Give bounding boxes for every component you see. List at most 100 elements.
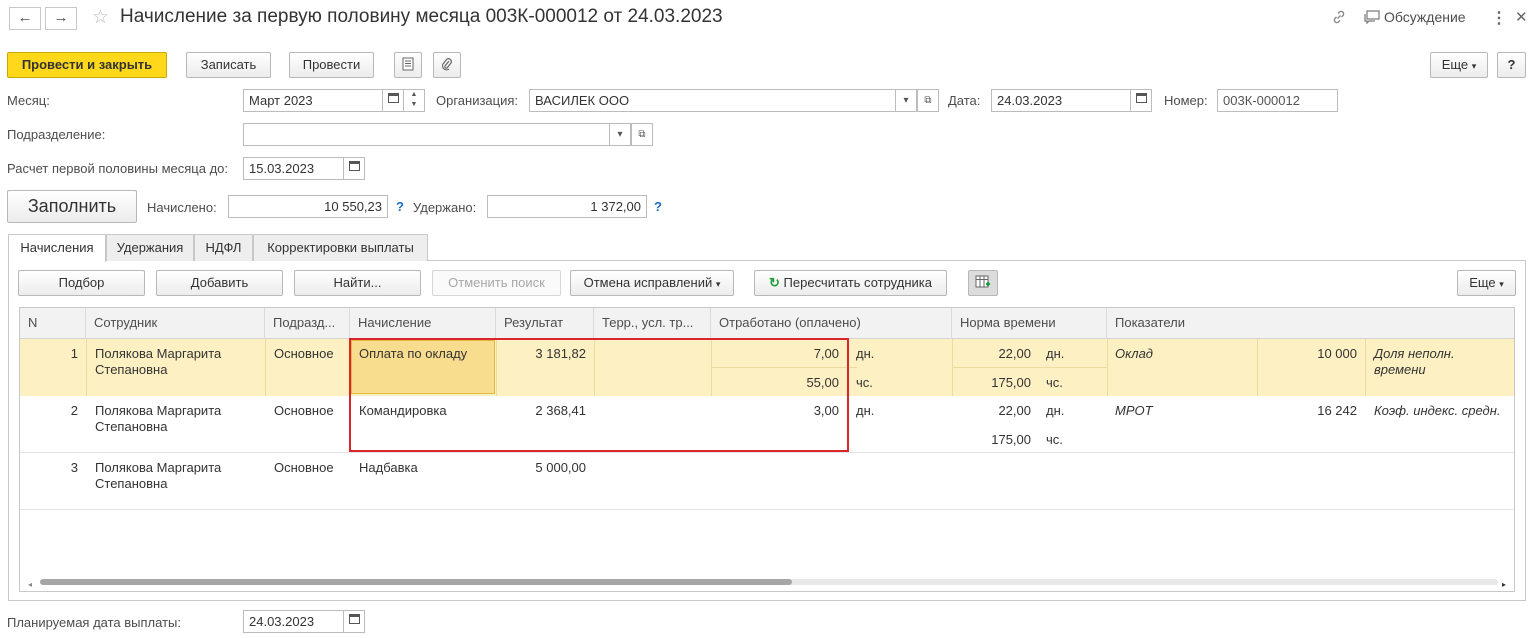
calendar-icon[interactable] <box>1130 89 1152 112</box>
back-button[interactable]: ← <box>9 7 41 30</box>
arrow-left-icon: ← <box>17 9 33 26</box>
accrued-help-icon[interactable]: ? <box>396 199 404 214</box>
tab-accruals[interactable]: Начисления <box>8 234 106 262</box>
planned-pay-date-field[interactable]: 24.03.2023 <box>243 610 344 633</box>
close-icon[interactable]: ✕ <box>1515 8 1528 26</box>
tab-payment-corrections[interactable]: Корректировки выплаты <box>253 234 428 261</box>
tab-deductions[interactable]: Удержания <box>106 234 194 261</box>
accrued-label: Начислено: <box>147 200 217 215</box>
document-list-icon <box>402 57 414 72</box>
help-button[interactable]: ? <box>1497 52 1526 78</box>
result-cell: 5 000,00 <box>535 460 586 475</box>
scroll-left-icon[interactable]: ◂ <box>28 580 32 589</box>
extra-indicator: Коэф. индекс. средн. <box>1374 403 1501 418</box>
page-title: Начисление за первую половину месяца 003… <box>120 6 723 27</box>
table-row[interactable] <box>20 453 1514 510</box>
employee-name: Полякова Маргарита <box>95 403 222 418</box>
norm-days: 22,00 <box>998 346 1031 361</box>
organization-field[interactable]: ВАСИЛЕК ООО <box>529 89 897 112</box>
indicator-value: 16 242 <box>1317 403 1357 418</box>
dropdown-arrow-icon[interactable]: ▾ <box>609 123 631 146</box>
cancel-search-button[interactable]: Отменить поиск <box>432 270 561 296</box>
column-header-division[interactable]: Подразд... <box>265 308 350 339</box>
link-icon[interactable] <box>1331 9 1347 29</box>
norm-days: 22,00 <box>998 403 1031 418</box>
open-icon[interactable]: ⧉ <box>631 123 653 146</box>
column-header-norm[interactable]: Норма времени <box>952 308 1107 339</box>
column-header-employee[interactable]: Сотрудник <box>86 308 265 339</box>
row-number: 3 <box>70 460 78 475</box>
division-field[interactable] <box>243 123 611 146</box>
employee-name-line2: Степановна <box>95 476 168 491</box>
table-more-button[interactable]: Еще ▾ <box>1457 270 1516 296</box>
row-number: 1 <box>70 346 78 361</box>
row-divider <box>952 367 1107 368</box>
month-stepper[interactable]: ▲ ▼ <box>403 89 425 112</box>
scroll-right-icon[interactable]: ▸ <box>1502 580 1506 589</box>
column-header-worked[interactable]: Отработано (оплачено) <box>711 308 952 339</box>
month-field[interactable]: Март 2023 <box>243 89 383 112</box>
calendar-icon[interactable] <box>382 89 404 112</box>
withheld-field[interactable]: 1 372,00 <box>487 195 647 218</box>
column-header-territory[interactable]: Терр., усл. тр... <box>594 308 711 339</box>
forward-button[interactable]: → <box>45 7 77 30</box>
date-field[interactable]: 24.03.2023 <box>991 89 1131 112</box>
stepper-up-icon: ▲ <box>410 91 418 98</box>
report-button[interactable] <box>394 52 422 78</box>
tab-ndfl[interactable]: НДФЛ <box>194 234 253 261</box>
column-header-n[interactable]: N <box>20 308 86 339</box>
division-cell: Основное <box>274 460 334 475</box>
calc-until-field[interactable]: 15.03.2023 <box>243 157 344 180</box>
month-label: Месяц: <box>7 93 50 108</box>
dropdown-arrow-icon[interactable]: ▾ <box>895 89 917 112</box>
number-field[interactable]: 003К-000012 <box>1217 89 1338 112</box>
calendar-icon[interactable] <box>343 157 365 180</box>
worked-unit: чс. <box>856 375 873 390</box>
column-header-result[interactable]: Результат <box>496 308 594 339</box>
division-label: Подразделение: <box>7 127 106 142</box>
cancel-corrections-button[interactable]: Отмена исправлений ▾ <box>570 270 734 296</box>
column-header-accrual[interactable]: Начисление <box>350 308 496 339</box>
calendar-icon[interactable] <box>343 610 365 633</box>
norm-unit: чс. <box>1046 432 1063 447</box>
find-button[interactable]: Найти... <box>294 270 421 296</box>
post-button[interactable]: Провести <box>289 52 374 78</box>
withheld-help-icon[interactable]: ? <box>654 199 662 214</box>
planned-pay-date-label: Планируемая дата выплаты: <box>7 615 181 630</box>
row-divider <box>265 339 266 396</box>
add-button[interactable]: Добавить <box>156 270 283 296</box>
paperclip-icon <box>441 57 453 72</box>
accrual-cell[interactable]: Надбавка <box>359 460 418 475</box>
star-icon[interactable]: ☆ <box>92 6 109 29</box>
discussion-link[interactable]: Обсуждение <box>1384 9 1466 25</box>
table-more-label: Еще <box>1469 275 1496 290</box>
organization-label: Организация: <box>436 93 519 108</box>
column-header-indicators[interactable]: Показатели <box>1107 308 1514 339</box>
open-icon[interactable]: ⧉ <box>917 89 939 112</box>
more-vertical-icon[interactable]: ⋮ <box>1491 8 1507 28</box>
norm-hours: 175,00 <box>991 432 1031 447</box>
discussion-icon[interactable] <box>1364 10 1380 27</box>
worked-unit: дн. <box>856 403 875 418</box>
post-and-close-button[interactable]: Провести и закрыть <box>7 52 167 78</box>
norm-hours: 175,00 <box>991 375 1031 390</box>
accruals-table[interactable]: N Сотрудник Подразд... Начисление Резуль… <box>19 307 1515 592</box>
indicator-name: МРОТ <box>1115 403 1153 418</box>
pick-button[interactable]: Подбор <box>18 270 145 296</box>
employee-name-line2: Степановна <box>95 362 168 377</box>
arrow-right-icon: → <box>53 9 69 26</box>
employee-name: Полякова Маргарита <box>95 346 222 361</box>
accrued-field[interactable]: 10 550,23 <box>228 195 388 218</box>
cancel-corrections-label: Отмена исправлений <box>583 275 713 290</box>
scrollbar-thumb[interactable] <box>40 579 792 585</box>
fill-button[interactable]: Заполнить <box>7 190 137 223</box>
recalc-employee-button[interactable]: ↻ Пересчитать сотрудника <box>754 270 947 296</box>
table-settings-button[interactable] <box>968 270 998 296</box>
dropdown-arrow-icon: ▾ <box>1471 61 1477 71</box>
attach-button[interactable] <box>433 52 461 78</box>
indicator-name: Оклад <box>1115 346 1153 361</box>
more-menu-button[interactable]: Еще ▾ <box>1430 52 1488 78</box>
norm-unit: дн. <box>1046 403 1065 418</box>
norm-unit: чс. <box>1046 375 1063 390</box>
save-button[interactable]: Записать <box>186 52 271 78</box>
